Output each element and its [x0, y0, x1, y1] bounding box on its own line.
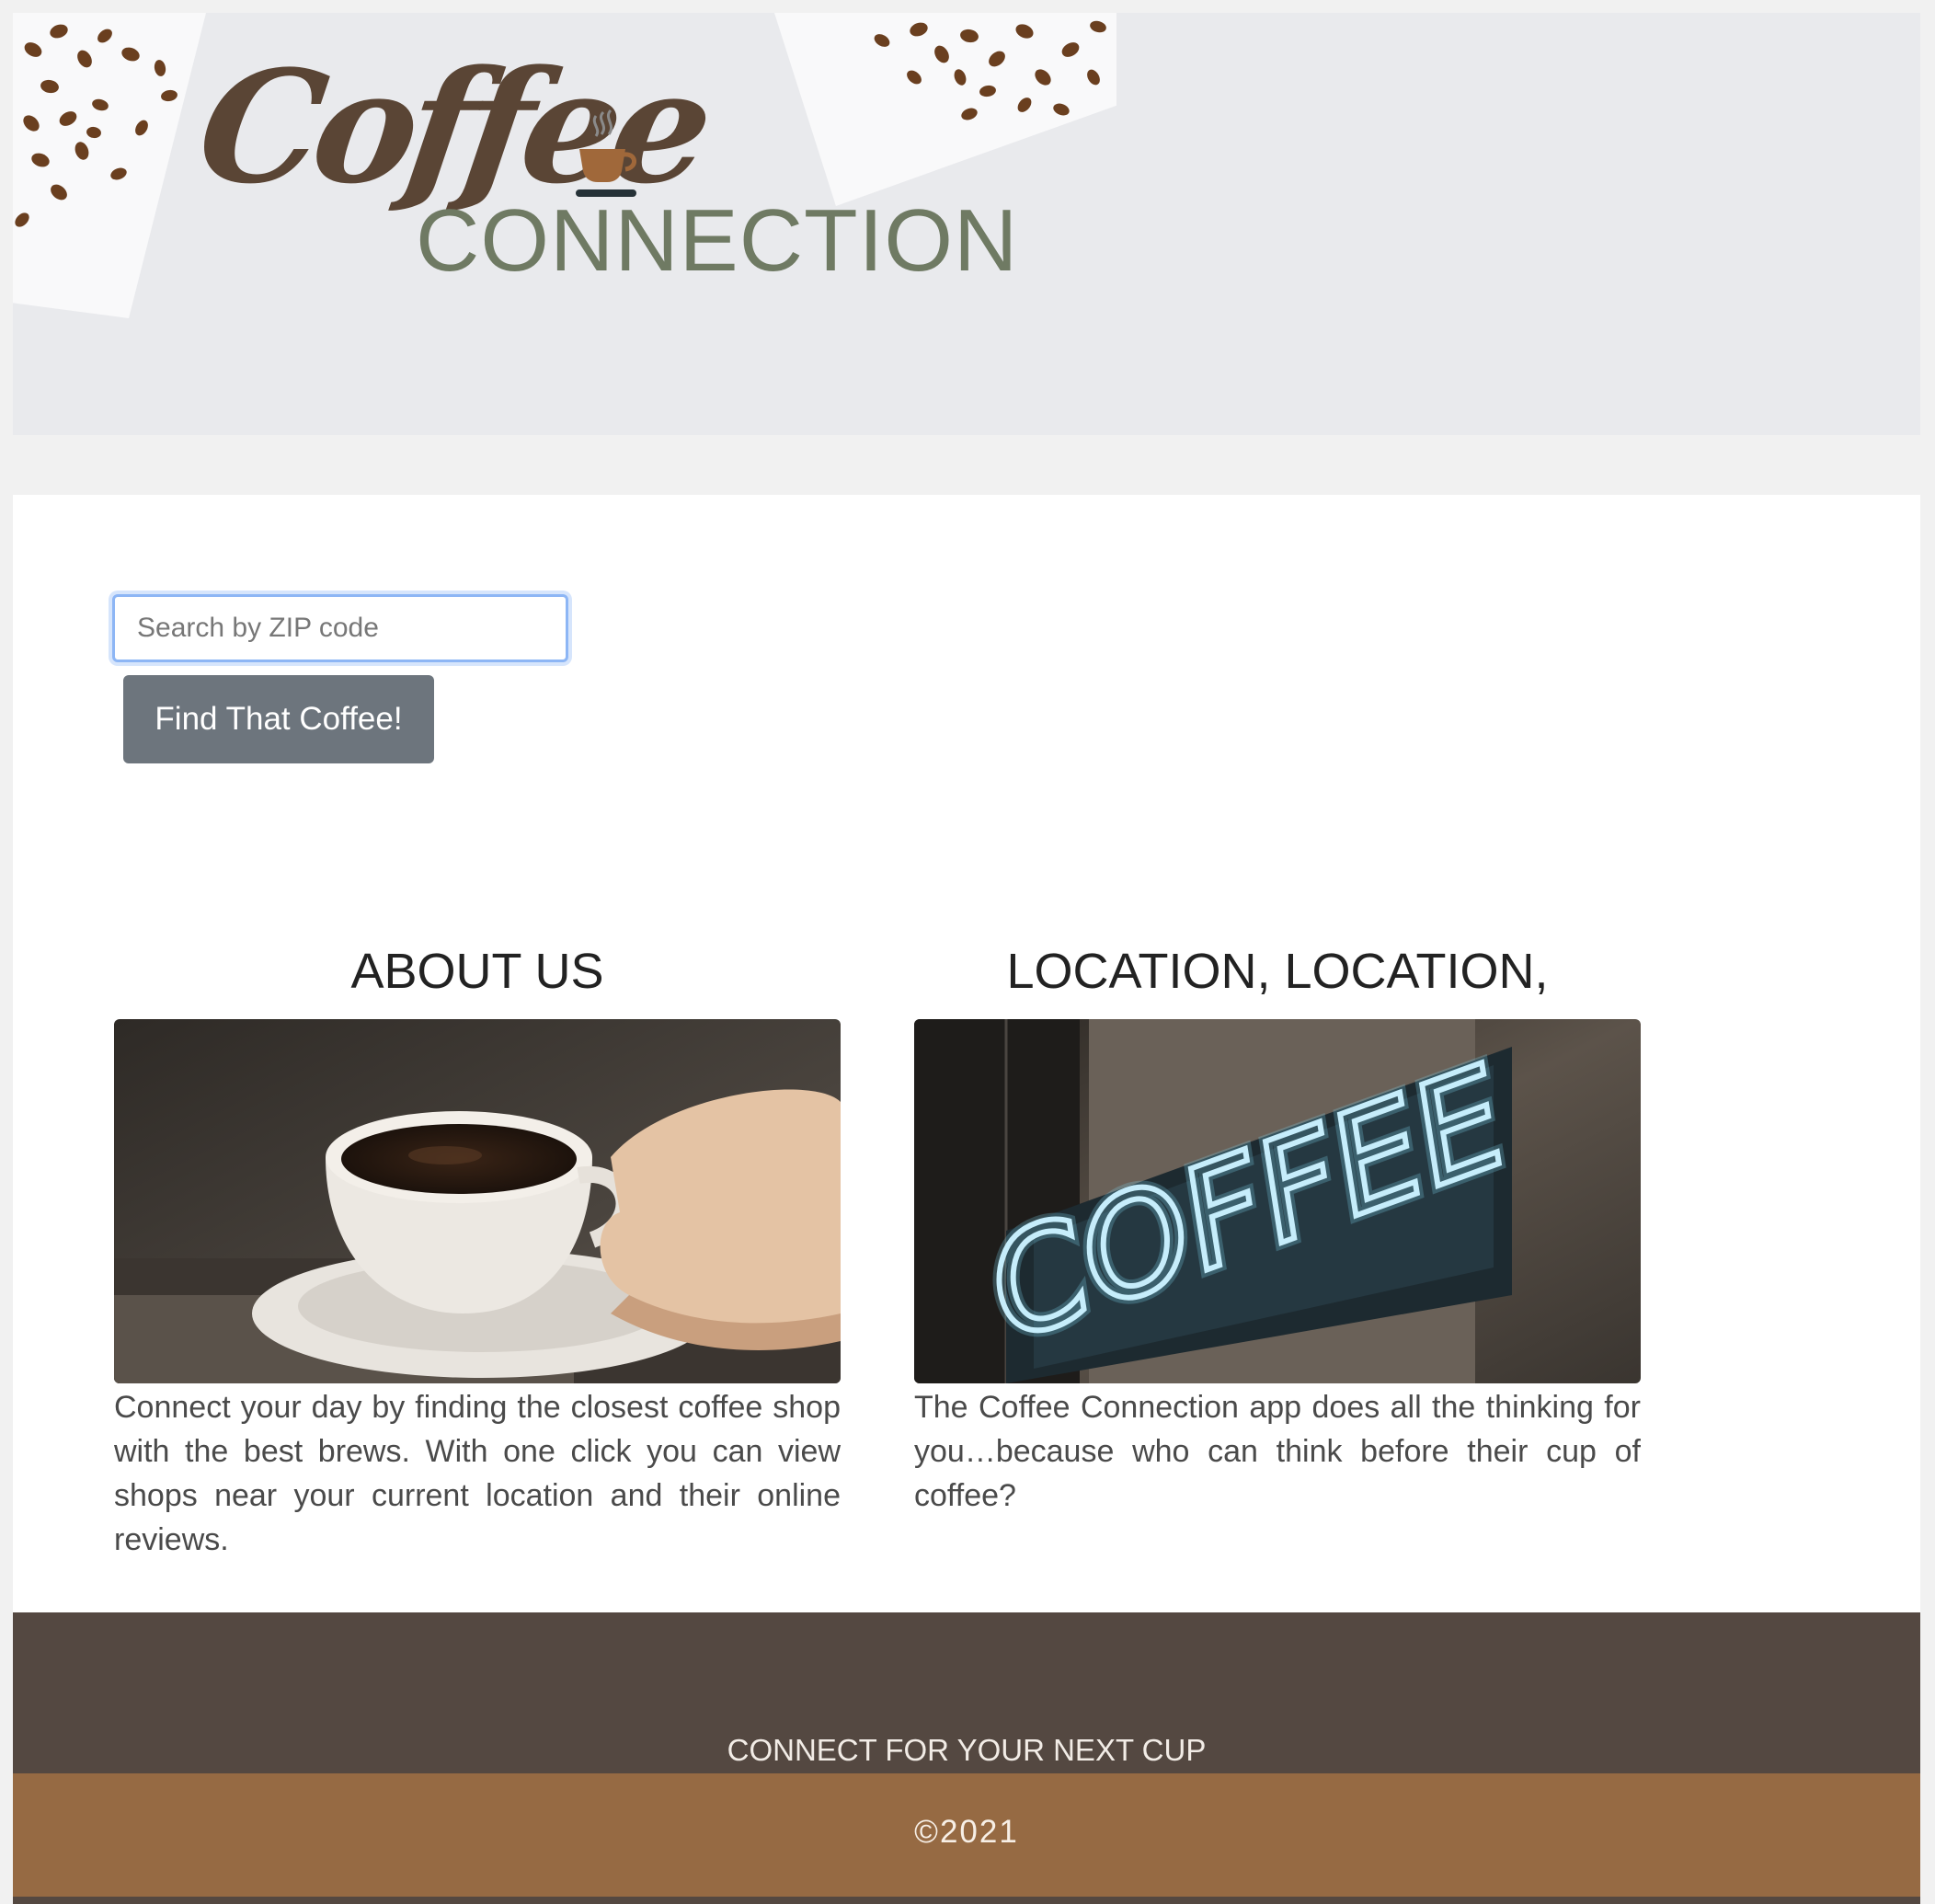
header-banner: Coffee CONNECTION — [13, 13, 1920, 435]
page: Coffee CONNECTION Find That Coffee! ABOU… — [0, 0, 1935, 1904]
footer-tagline: CONNECT FOR YOUR NEXT CUP — [727, 1733, 1207, 1767]
find-coffee-button[interactable]: Find That Coffee! — [123, 675, 434, 763]
footer-tagline-bar: CONNECT FOR YOUR NEXT CUP — [13, 1612, 1920, 1773]
copyright-text: ©2021 — [914, 1814, 1019, 1850]
about-us-title: ABOUT US — [350, 944, 604, 999]
footer-copyright-bar: ©2021 — [13, 1773, 1920, 1897]
zip-search-input[interactable] — [112, 594, 568, 662]
footer-edge — [13, 1897, 1920, 1904]
main-content: Find That Coffee! ABOUT US — [13, 495, 1920, 1612]
location-text: The Coffee Connection app does all the t… — [914, 1390, 1641, 1513]
logo-wordmark-text: CONNECTION — [416, 191, 1019, 290]
neon-coffee-sign-photo: COFFEE COFFEE — [914, 1019, 1641, 1383]
location-title: LOCATION, LOCATION, LOCATION — [1006, 944, 1549, 1095]
location-section: LOCATION, LOCATION, LOCATION COFFEE COFF… — [914, 923, 1641, 1518]
about-us-text: Connect your day by finding the closest … — [114, 1390, 841, 1557]
about-us-section: ABOUT US Connect your day by finding the… — [114, 923, 841, 1562]
coffee-cup-photo — [114, 1019, 841, 1383]
